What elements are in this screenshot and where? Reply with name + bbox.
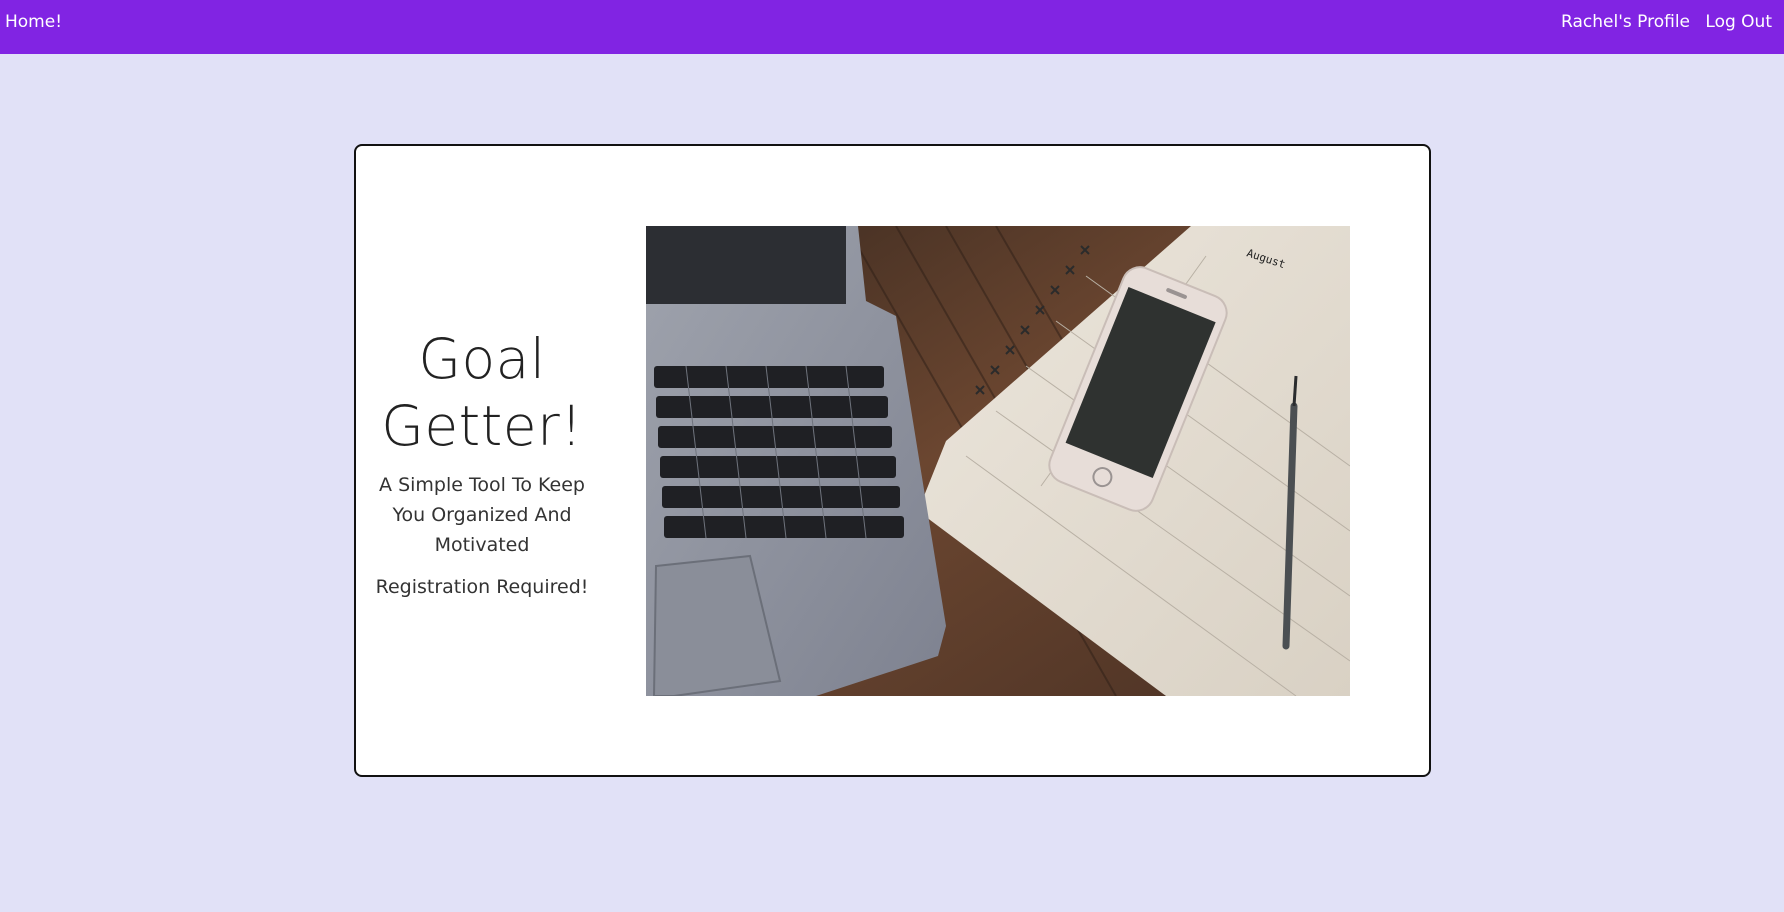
home-link[interactable]: Home! (5, 12, 62, 32)
registration-note: Registration Required! (375, 576, 589, 598)
page-title: Goal Getter! (374, 326, 590, 460)
logout-link[interactable]: Log Out (1705, 12, 1772, 32)
profile-link[interactable]: Rachel's Profile (1561, 12, 1690, 32)
desk-photo-illustration: August (646, 226, 1350, 696)
hero-tagline: A Simple Tool To Keep You Organized And … (379, 474, 585, 556)
title-line-2: Getter! (381, 394, 583, 458)
title-line-1: Goal (418, 327, 546, 391)
hero-card: Goal Getter! A Simple Tool To Keep You O… (354, 144, 1431, 777)
hero-photo: August (646, 226, 1350, 696)
top-navbar: Home! Rachel's Profile Log Out (0, 0, 1784, 54)
hero-intro: Goal Getter! A Simple Tool To Keep You O… (374, 326, 590, 602)
